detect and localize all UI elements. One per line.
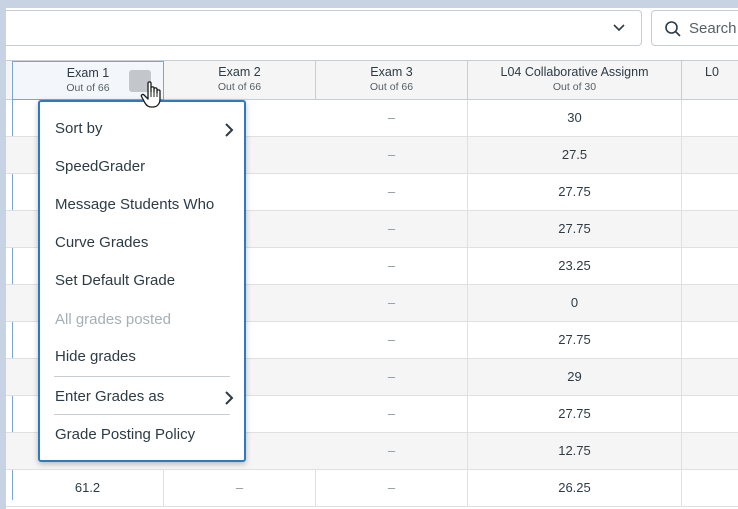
menu-item-curve-grades[interactable]: Curve Grades (55, 234, 235, 251)
chevron-down-icon (613, 24, 625, 32)
menu-divider (54, 414, 230, 415)
grade-cell[interactable]: – (316, 470, 468, 506)
grade-cell[interactable]: 23.25 (468, 248, 682, 284)
grade-cell[interactable]: – (316, 433, 468, 469)
column-title: L0 (705, 65, 719, 79)
column-title: L04 Collaborative Assignm (500, 65, 649, 79)
grade-cell[interactable]: 12.75 (468, 433, 682, 469)
grade-cell[interactable]: 27.75 (468, 174, 682, 210)
search-icon (665, 21, 681, 37)
menu-item-speedgrader[interactable]: SpeedGrader (55, 158, 235, 175)
column-points: Out of 30 (552, 81, 597, 93)
grade-cell[interactable]: 27.75 (468, 322, 682, 358)
grade-cell[interactable]: – (316, 100, 468, 136)
chevron-right-icon (225, 391, 234, 405)
table-row: 61.2 – – 26.25 (6, 470, 738, 507)
gradebook-panel: Search Exam 1 Out of 66 Exam 2 Out of 66… (6, 8, 738, 509)
column-header-exam-2[interactable]: Exam 2 Out of 66 (164, 61, 316, 100)
grade-cell[interactable]: 30 (468, 100, 682, 136)
grade-cell[interactable]: – (316, 359, 468, 395)
grade-cell[interactable]: – (316, 248, 468, 284)
grade-cell[interactable]: 27.75 (468, 396, 682, 432)
menu-item-message-students[interactable]: Message Students Who (55, 196, 235, 213)
search-input[interactable]: Search (651, 10, 738, 46)
menu-item-all-grades-posted: All grades posted (55, 311, 171, 328)
grade-cell[interactable]: 27.5 (468, 137, 682, 173)
grade-cell[interactable]: – (164, 470, 316, 506)
menu-item-hide-grades[interactable]: Hide grades (55, 348, 235, 365)
hand-cursor-icon (140, 81, 161, 108)
search-placeholder: Search (689, 20, 737, 37)
grade-cell[interactable]: 29 (468, 359, 682, 395)
column-title: Exam 2 (218, 65, 261, 79)
column-points: Out of 66 (217, 81, 262, 93)
menu-item-grade-posting-policy[interactable]: Grade Posting Policy (55, 426, 235, 443)
column-header-exam-3[interactable]: Exam 3 Out of 66 (316, 61, 468, 100)
grade-cell[interactable]: 26.25 (468, 470, 682, 506)
grade-cell[interactable]: – (316, 211, 468, 247)
chevron-right-icon (225, 123, 234, 137)
grade-cell[interactable]: – (316, 137, 468, 173)
column-options-menu: Sort by SpeedGrader Message Students Who… (38, 100, 246, 462)
menu-item-label: Sort by (55, 120, 103, 137)
filter-select[interactable] (6, 10, 642, 46)
grade-cell[interactable]: 61.2 (12, 470, 164, 506)
menu-item-enter-grades-as[interactable]: Enter Grades as (55, 388, 235, 405)
column-points: Out of 66 (369, 81, 414, 93)
menu-item-label: Enter Grades as (55, 388, 165, 405)
column-header-l0[interactable]: L0 (682, 61, 738, 100)
grade-cell[interactable]: 27.75 (468, 211, 682, 247)
grade-cell[interactable]: – (316, 174, 468, 210)
grade-cell[interactable]: – (316, 285, 468, 321)
column-header-l04-collaborative[interactable]: L04 Collaborative Assignm Out of 30 (468, 61, 682, 100)
grade-cell[interactable]: 0 (468, 285, 682, 321)
menu-divider (54, 376, 230, 377)
menu-item-set-default-grade[interactable]: Set Default Grade (55, 272, 235, 289)
column-title: Exam 3 (370, 65, 413, 79)
grade-cell[interactable]: – (316, 322, 468, 358)
grid-header-row: Exam 1 Out of 66 Exam 2 Out of 66 Exam 3… (6, 60, 738, 100)
grade-cell[interactable]: – (316, 396, 468, 432)
menu-item-sort-by[interactable]: Sort by (55, 120, 235, 137)
